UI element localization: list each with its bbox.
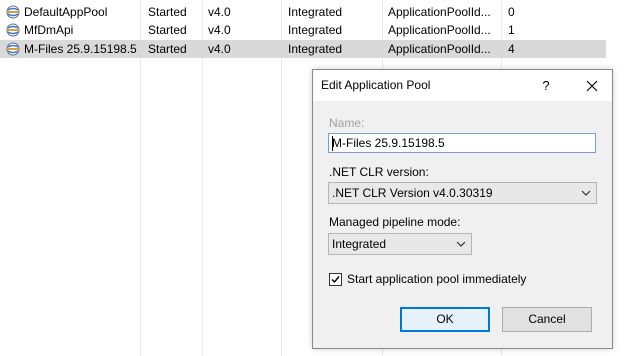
pool-clr: v4.0: [208, 23, 231, 37]
pool-name: DefaultAppPool: [24, 5, 108, 19]
app-pool-icon: [6, 42, 21, 56]
pool-status: Started: [148, 5, 187, 19]
pool-app-count: 4: [508, 42, 515, 56]
iis-manager-window: DefaultAppPool Started v4.0 Integrated A…: [0, 0, 637, 356]
clr-version-value: .NET CLR Version v4.0.30319: [332, 186, 493, 200]
name-label: Name:: [329, 116, 365, 130]
pool-clr: v4.0: [208, 5, 231, 19]
pipeline-mode-value: Integrated: [332, 237, 387, 251]
pool-pipeline: Integrated: [288, 42, 343, 56]
name-value: M-Files 25.9.15198.5: [332, 136, 445, 150]
pool-clr: v4.0: [208, 42, 231, 56]
pipeline-mode-label: Managed pipeline mode:: [329, 215, 461, 229]
dialog-title: Edit Application Pool: [321, 78, 431, 92]
start-immediately-checkbox[interactable]: [329, 273, 342, 286]
app-pool-icon: [6, 5, 21, 19]
start-immediately-label[interactable]: Start application pool immediately: [347, 272, 526, 287]
clr-version-select[interactable]: .NET CLR Version v4.0.30319: [328, 182, 597, 204]
chevron-down-icon: [456, 241, 466, 247]
table-row[interactable]: DefaultAppPool Started v4.0 Integrated A…: [0, 3, 606, 21]
table-row-selected[interactable]: M-Files 25.9.15198.5 Started v4.0 Integr…: [0, 40, 606, 58]
pool-name: MfDmApi: [24, 23, 74, 37]
pipeline-mode-select[interactable]: Integrated: [328, 233, 472, 255]
dialog-titlebar[interactable]: Edit Application Pool ?: [313, 70, 612, 101]
pool-identity: ApplicationPoolId...: [388, 42, 491, 56]
name-field[interactable]: M-Files 25.9.15198.5: [328, 133, 596, 153]
app-pool-icon: [6, 23, 21, 37]
close-button[interactable]: [572, 70, 612, 101]
pool-identity: ApplicationPoolId...: [388, 23, 491, 37]
pool-pipeline: Integrated: [288, 5, 343, 19]
checkmark-icon: [331, 276, 340, 284]
cancel-button[interactable]: Cancel: [502, 307, 592, 332]
close-icon: [586, 80, 598, 92]
text-caret: [332, 136, 333, 151]
clr-version-label: .NET CLR version:: [329, 165, 429, 179]
pool-app-count: 1: [508, 23, 515, 37]
pool-identity: ApplicationPoolId...: [388, 5, 491, 19]
help-button[interactable]: ?: [526, 70, 566, 101]
chevron-down-icon: [581, 190, 591, 196]
edit-application-pool-dialog: Edit Application Pool ? Name: M-Files 25…: [312, 69, 613, 349]
pool-app-count: 0: [508, 5, 515, 19]
pool-status: Started: [148, 42, 187, 56]
pool-pipeline: Integrated: [288, 23, 343, 37]
pool-name: M-Files 25.9.15198.5: [24, 42, 137, 56]
ok-button[interactable]: OK: [400, 307, 490, 332]
table-row[interactable]: MfDmApi Started v4.0 Integrated Applicat…: [0, 21, 606, 39]
pool-status: Started: [148, 23, 187, 37]
